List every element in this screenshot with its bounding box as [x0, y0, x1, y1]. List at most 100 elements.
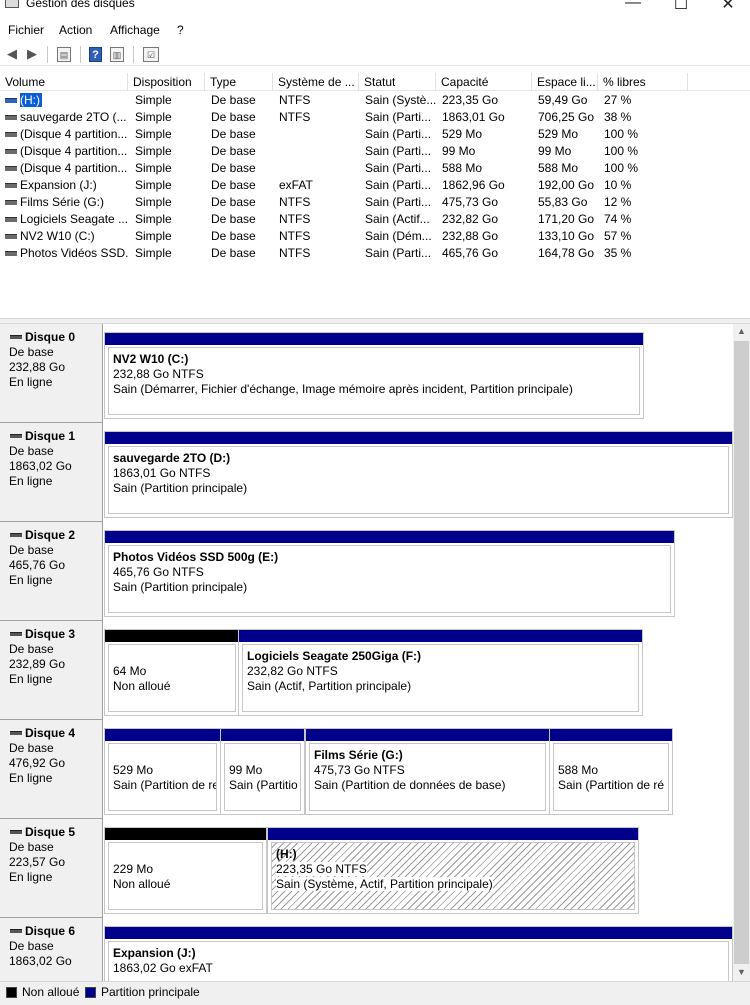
cell-volume: Logiciels Seagate ... [20, 212, 128, 226]
disk-state: En ligne [9, 672, 53, 686]
volume-icon [5, 149, 17, 154]
disk-row: Disque 2 De base 465,76 Go En ligne Photos V… [0, 522, 733, 621]
cell-status: Sain (Actif... [365, 212, 430, 226]
disk-info-panel[interactable]: Disque 4 De base 476,92 Go En ligne [0, 720, 103, 819]
properties-button[interactable]: ▤ [57, 47, 71, 62]
partition[interactable]: Logiciels Seagate 250Giga (F:) 232,82 Go … [238, 629, 643, 716]
partition-details: Logiciels Seagate 250Giga (F:) 232,82 Go … [242, 644, 639, 712]
partition[interactable]: 529 Mo Sain (Partition de re [104, 728, 221, 815]
close-button[interactable]: ✕ [718, 0, 738, 14]
volume-row[interactable]: (Disque 4 partition... Simple De base Sain … [0, 143, 750, 160]
volume-row[interactable]: Films Série (G:) Simple De base NTFS Sain (P… [0, 194, 750, 211]
partition-status: Sain (Partition de données de base) [314, 778, 506, 792]
disk-name: Disque 6 [25, 924, 76, 938]
menu-affichage[interactable]: Affichage [110, 23, 160, 37]
settings-button[interactable]: ☑ [143, 47, 159, 62]
cell-free-space: 164,78 Go [538, 246, 595, 260]
disk-state: En ligne [9, 771, 53, 785]
forward-button[interactable]: ▶ [24, 47, 40, 62]
cell-free-space: 55,83 Go [538, 195, 588, 209]
partition-details: (H:) 223,35 Go NTFS Sain (Système, Actif, … [271, 842, 635, 910]
partition-color-bar [105, 531, 674, 543]
partition-size: 229 Mo [113, 862, 154, 876]
partition-status: Non alloué [113, 877, 171, 891]
toolbar-separator [47, 46, 48, 63]
disk-info-panel[interactable]: Disque 0 De base 232,88 Go En ligne [0, 324, 103, 423]
cell-type: De base [211, 161, 256, 175]
disk-info-panel[interactable]: Disque 1 De base 1863,02 Go En ligne [0, 423, 103, 522]
cell-capacity: 475,73 Go [442, 195, 499, 209]
scroll-down-icon[interactable]: ▼ [733, 967, 750, 977]
cell-capacity: 1863,01 Go [442, 110, 505, 124]
partition-status: Sain (Partition principale) [113, 580, 248, 594]
column-header-capacity[interactable]: Capacité [436, 73, 532, 91]
cell-free-space: 133,10 Go [538, 229, 595, 243]
volume-row[interactable]: Expansion (J:) Simple De base exFAT Sain (Pa… [0, 177, 750, 194]
partition-color-bar [105, 927, 732, 939]
scrollbar-thumb[interactable] [734, 341, 749, 964]
partition[interactable]: sauvegarde 2TO (D:) 1863,01 Go NTFS Sain (… [104, 431, 733, 518]
maximize-button[interactable]: ☐ [671, 0, 691, 14]
partition[interactable]: Expansion (J:) 1863,02 Go exFAT [104, 926, 733, 981]
unallocated-space[interactable]: 229 Mo Non alloué [104, 827, 267, 914]
disk-info-panel[interactable]: Disque 5 De base 223,57 Go En ligne [0, 819, 103, 918]
partition[interactable]: Photos Vidéos SSD 500g (E:) 465,76 Go NTF… [104, 530, 675, 617]
volume-row[interactable]: Photos Vidéos SSD... Simple De base NTFS Sai… [0, 245, 750, 262]
column-header-volume[interactable]: Volume [0, 73, 128, 91]
partition[interactable]: 588 Mo Sain (Partition de ré [549, 728, 673, 815]
help-button[interactable]: ? [89, 47, 102, 62]
volume-list-header: Volume Disposition Type Système de ... S… [0, 73, 750, 91]
unallocated-space[interactable]: 64 Mo Non alloué [104, 629, 240, 716]
cell-volume: (H:) [20, 92, 128, 109]
column-header-percent-free[interactable]: % libres [598, 73, 688, 91]
volume-row[interactable]: sauvegarde 2TO (... Simple De base NTFS Sain… [0, 109, 750, 126]
column-header-status[interactable]: Statut [359, 73, 436, 91]
disk-drive-icon [10, 731, 22, 735]
cell-type: De base [211, 110, 256, 124]
checklist-icon: ☑ [146, 50, 156, 60]
cell-percent-free: 100 % [604, 127, 639, 141]
disk-pane-scrollbar[interactable]: ▲ ▼ [733, 324, 750, 981]
cell-percent-free: 12 % [604, 195, 632, 209]
cell-free-space: 99 Mo [538, 144, 572, 158]
column-header-type[interactable]: Type [205, 73, 273, 91]
partition[interactable]: 99 Mo Sain (Partitio [220, 728, 305, 815]
minimize-button[interactable]: — [623, 0, 643, 12]
column-header-disposition[interactable]: Disposition [128, 73, 205, 91]
disk-info-panel[interactable]: Disque 6 De base 1863,02 Go [0, 918, 103, 981]
column-header-filesystem[interactable]: Système de ... [273, 73, 359, 91]
partition-status: Sain (Système, Actif, Partition principa… [276, 877, 493, 891]
action-pane-button[interactable]: ▥ [110, 47, 124, 62]
partition-title: sauvegarde 2TO (D:) [113, 451, 231, 465]
menu-help[interactable]: ? [177, 23, 184, 37]
disk-info-panel[interactable]: Disque 2 De base 465,76 Go En ligne [0, 522, 103, 621]
volume-row[interactable]: (Disque 4 partition... Simple De base Sain … [0, 160, 750, 177]
volume-row[interactable]: Logiciels Seagate ... Simple De base NTFS Sa… [0, 211, 750, 228]
menu-fichier[interactable]: Fichier [8, 23, 44, 37]
partition[interactable]: Films Série (G:) 475,73 Go NTFS Sain (Part… [305, 728, 550, 815]
cell-type: De base [211, 127, 256, 141]
cell-disposition: Simple [135, 161, 172, 175]
column-header-free-space[interactable]: Espace li... [532, 73, 598, 91]
partition[interactable]: NV2 W10 (C:) 232,88 Go NTFS Sain (Démarrer… [104, 332, 644, 419]
disk-size: 1863,02 Go [9, 954, 72, 968]
cell-status: Sain (Parti... [365, 161, 432, 175]
volume-row[interactable]: (Disque 4 partition... Simple De base Sain … [0, 126, 750, 143]
cell-disposition: Simple [135, 212, 172, 226]
cell-percent-free: 100 % [604, 161, 639, 175]
volume-row[interactable]: (H:) Simple De base NTFS Sain (Systè... 223,3… [0, 92, 750, 109]
partition-status: Non alloué [113, 679, 171, 693]
scroll-up-icon[interactable]: ▲ [733, 326, 750, 336]
menu-action[interactable]: Action [59, 23, 92, 37]
disk-info-panel[interactable]: Disque 3 De base 232,89 Go En ligne [0, 621, 103, 720]
volume-row[interactable]: NV2 W10 (C:) Simple De base NTFS Sain (Dém..… [0, 228, 750, 245]
partition-status: Sain (Partition de ré [558, 778, 665, 792]
partition-title: Photos Vidéos SSD 500g (E:) [113, 550, 279, 564]
partition-details: Expansion (J:) 1863,02 Go exFAT [108, 941, 729, 981]
partition-size: 1863,01 Go NTFS [113, 466, 211, 480]
partition-size: 223,35 Go NTFS [276, 862, 367, 876]
partition[interactable]: (H:) 223,35 Go NTFS Sain (Système, Actif, … [267, 827, 639, 914]
back-button[interactable]: ◀ [4, 47, 20, 62]
partition-size: 99 Mo [229, 763, 263, 777]
disk-name: Disque 4 [25, 726, 76, 740]
